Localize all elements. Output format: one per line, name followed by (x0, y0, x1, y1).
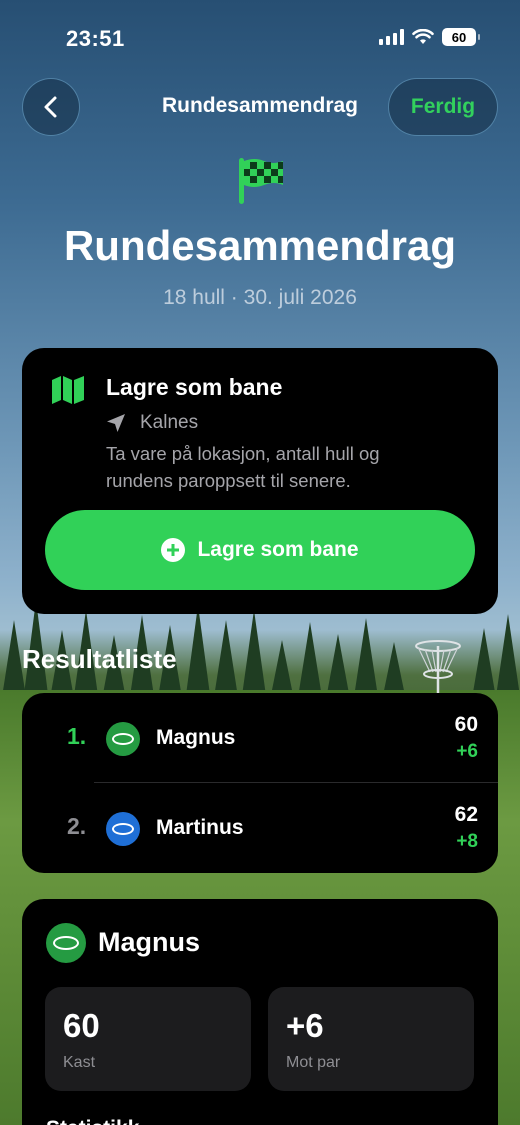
location-arrow-icon (107, 414, 125, 432)
save-course-card: Lagre som bane Kalnes Ta vare på lokasjo… (22, 348, 498, 614)
checkered-flag-icon (239, 158, 283, 204)
save-as-course-button-label: Lagre som bane (197, 538, 359, 561)
result-score: 60 (454, 713, 478, 736)
result-player-name: Martinus (156, 816, 244, 839)
result-row[interactable]: 1. Magnus 60 +6 (22, 693, 498, 783)
stat-label: Kast (63, 1054, 96, 1071)
player-disc-icon (106, 812, 140, 846)
save-as-course-button[interactable]: Lagre som bane (45, 510, 475, 590)
player-disc-icon (46, 923, 86, 963)
cellular-signal-icon (379, 29, 404, 45)
stat-label: Mot par (286, 1054, 341, 1071)
player-detail-card: Magnus 60 Kast +6 Mot par Statistikk (22, 899, 498, 1125)
wifi-icon (412, 29, 434, 44)
par-diff-stat: +6 Mot par (268, 987, 474, 1091)
statistics-heading: Statistikk (46, 1117, 139, 1125)
save-course-description: Ta vare på lokasjon, antall hull og rund… (106, 443, 380, 491)
status-time: 23:51 (66, 26, 125, 51)
save-course-title: Lagre som bane (106, 374, 283, 400)
result-row[interactable]: 2. Martinus 62 +8 (22, 783, 498, 873)
result-par-diff: +6 (456, 741, 478, 762)
results-list: 1. Magnus 60 +6 2. Martinus 62 +8 (22, 693, 498, 873)
stat-value: 60 (63, 1007, 100, 1044)
result-player-name: Magnus (156, 726, 236, 749)
results-heading: Resultatliste (22, 644, 177, 674)
status-bar: 23:51 60 (0, 24, 520, 54)
battery-icon: 60 (442, 28, 480, 46)
throws-stat: 60 Kast (45, 987, 251, 1091)
round-subtitle: 18 hull · 30. juli 2026 (163, 286, 357, 309)
result-rank: 1. (67, 723, 87, 749)
done-button[interactable]: Ferdig (388, 78, 498, 136)
result-score: 62 (454, 803, 478, 826)
page-title: Rundesammendrag (63, 222, 457, 269)
result-par-diff: +8 (456, 831, 478, 852)
location-name: Kalnes (140, 412, 199, 433)
player-name: Magnus (98, 927, 201, 957)
navigation-bar: Rundesammendrag Ferdig (0, 78, 520, 136)
disc-golf-basket-icon (415, 640, 461, 700)
result-rank: 2. (67, 813, 87, 839)
location-row: Kalnes (106, 412, 198, 434)
plus-circle-icon (161, 538, 186, 562)
player-disc-icon (106, 722, 140, 756)
stat-value: +6 (286, 1007, 324, 1044)
map-icon (52, 376, 84, 404)
